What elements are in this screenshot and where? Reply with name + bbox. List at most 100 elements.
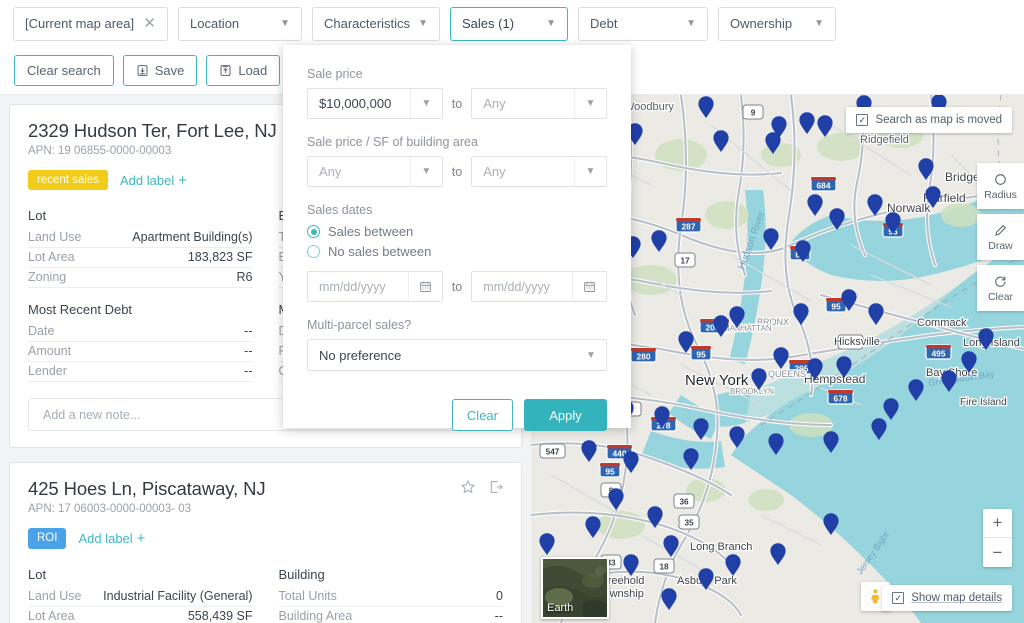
load-icon: [219, 64, 232, 77]
panel-actions: Clear Apply: [307, 399, 607, 431]
show-map-details-checkbox[interactable]: Show map details: [882, 585, 1012, 611]
detail-columns: Lot Land Use Industrial Facility (Genera…: [28, 567, 503, 623]
price-per-sf-max-value: Any: [472, 164, 574, 179]
detail-column-left: Lot Land Use Industrial Facility (Genera…: [28, 567, 253, 623]
radius-tool-button[interactable]: Radius: [977, 163, 1024, 209]
add-label-button[interactable]: Add label +: [120, 173, 187, 188]
filter-debt[interactable]: Debt ▼: [578, 7, 708, 41]
sale-price-max-select[interactable]: Any ▼: [471, 88, 607, 119]
detail-row: Total Units 0: [279, 587, 504, 607]
earth-label: Earth: [547, 602, 573, 614]
svg-text:547: 547: [546, 448, 560, 457]
clear-tool-button[interactable]: Clear: [977, 265, 1024, 311]
chevron-down-icon: ▼: [814, 19, 824, 29]
detail-key: Land Use: [28, 589, 82, 603]
radio-unselected-icon: [307, 245, 320, 258]
detail-value: --: [495, 609, 503, 623]
sale-price-range-row: $10,000,000 ▼ to Any ▼: [307, 88, 607, 119]
date-from-input[interactable]: mm/dd/yyyy: [307, 271, 443, 302]
sale-price-max-value: Any: [472, 96, 574, 111]
range-separator: to: [452, 97, 462, 111]
multi-parcel-select[interactable]: No preference ▼: [307, 339, 607, 371]
chevron-down-icon: ▼: [574, 157, 606, 186]
property-title: 425 Hoes Ln, Piscataway, NJ: [28, 478, 503, 500]
export-icon[interactable]: [488, 479, 504, 495]
status-badge[interactable]: ROI: [28, 528, 66, 548]
plus-icon: +: [178, 173, 187, 188]
status-badge[interactable]: recent sales: [28, 170, 108, 190]
detail-value: Industrial Facility (General): [103, 589, 252, 603]
detail-row: Amount --: [28, 342, 253, 362]
svg-text:18: 18: [659, 563, 669, 572]
card-actions: [460, 479, 504, 495]
radio-selected-icon: [307, 225, 320, 238]
save-button[interactable]: Save: [123, 55, 198, 86]
detail-key: Lender: [28, 364, 67, 378]
filter-label: Location: [190, 16, 239, 31]
filter-ownership[interactable]: Ownership ▼: [718, 7, 836, 41]
chevron-down-icon: ▼: [410, 89, 442, 118]
panel-apply-button[interactable]: Apply: [524, 399, 607, 431]
filter-location[interactable]: Location ▼: [178, 7, 302, 41]
search-as-map-moves-checkbox[interactable]: Search as map is moved: [846, 107, 1012, 133]
svg-text:495: 495: [932, 348, 946, 358]
price-per-sf-max-select[interactable]: Any ▼: [471, 156, 607, 187]
detail-value: --: [244, 364, 252, 378]
filter-label: [Current map area]: [25, 16, 134, 31]
detail-value: Apartment Building(s): [132, 230, 252, 244]
detail-value: 558,439 SF: [188, 609, 253, 623]
earth-view-toggle[interactable]: Earth: [541, 557, 609, 619]
svg-text:35: 35: [684, 519, 694, 528]
refresh-icon: [993, 274, 1008, 289]
calendar-icon[interactable]: [572, 272, 606, 301]
detail-column-left: Lot Land Use Apartment Building(s) Lot A…: [28, 208, 253, 382]
date-to-input[interactable]: mm/dd/yyyy: [471, 271, 607, 302]
radius-label: Radius: [984, 189, 1017, 201]
close-icon[interactable]: ✕: [143, 16, 156, 31]
svg-text:9: 9: [751, 109, 756, 118]
favorite-star-icon[interactable]: [460, 479, 476, 495]
chevron-down-icon: ▼: [574, 89, 606, 118]
calendar-icon[interactable]: [408, 272, 442, 301]
price-per-sf-min-select[interactable]: Any ▼: [307, 156, 443, 187]
add-label-button[interactable]: Add label +: [78, 531, 145, 546]
radio-sales-between[interactable]: Sales between: [307, 224, 607, 239]
draw-label: Draw: [988, 240, 1013, 252]
load-button[interactable]: Load: [206, 55, 280, 86]
detail-row: Date --: [28, 322, 253, 342]
chevron-down-icon: ▼: [410, 157, 442, 186]
filter-characteristics[interactable]: Characteristics ▼: [312, 7, 440, 41]
sales-dates-label: Sales dates: [307, 203, 607, 217]
radio-no-sales-between[interactable]: No sales between: [307, 244, 607, 259]
panel-clear-button[interactable]: Clear: [452, 399, 513, 431]
svg-text:287: 287: [682, 221, 696, 231]
detail-row: Land Use Industrial Facility (General): [28, 587, 253, 607]
filter-sales[interactable]: Sales (1) ▼: [450, 7, 568, 41]
checkbox-checked-icon: [892, 592, 904, 604]
zoom-in-button[interactable]: +: [983, 509, 1012, 538]
label-row: ROI Add label +: [28, 528, 503, 548]
sale-price-min-select[interactable]: $10,000,000 ▼: [307, 88, 443, 119]
zoom-out-button[interactable]: −: [983, 538, 1012, 567]
draw-tool-button[interactable]: Draw: [977, 214, 1024, 260]
filter-label: Debt: [590, 16, 617, 31]
filter-current-map-area[interactable]: [Current map area] ✕: [13, 7, 168, 41]
property-card[interactable]: 425 Hoes Ln, Piscataway, NJ APN: 17 0600…: [9, 462, 522, 623]
section-heading: Most Recent Debt: [28, 302, 253, 317]
clear-label: Clear: [988, 291, 1013, 303]
detail-key: Lot Area: [28, 609, 75, 623]
detail-value: 183,823 SF: [188, 250, 253, 264]
application-root: [Current map area] ✕ Location ▼ Characte…: [0, 0, 1024, 623]
price-per-sf-min-value: Any: [308, 164, 410, 179]
pencil-icon: [993, 223, 1008, 238]
map-place-label: Commack: [917, 317, 967, 329]
sales-dates-radio-group: Sales between No sales between: [307, 224, 607, 259]
svg-text:95: 95: [831, 301, 841, 311]
clear-search-button[interactable]: Clear search: [14, 55, 114, 86]
detail-row: Land Use Apartment Building(s): [28, 228, 253, 248]
detail-value: 0: [496, 589, 503, 603]
map-place-label: Long Branch: [690, 541, 752, 553]
sales-filter-panel[interactable]: Sale price $10,000,000 ▼ to Any ▼ Sale p…: [283, 45, 631, 428]
price-per-sf-range-row: Any ▼ to Any ▼: [307, 156, 607, 187]
date-to-placeholder: mm/dd/yyyy: [472, 280, 572, 294]
